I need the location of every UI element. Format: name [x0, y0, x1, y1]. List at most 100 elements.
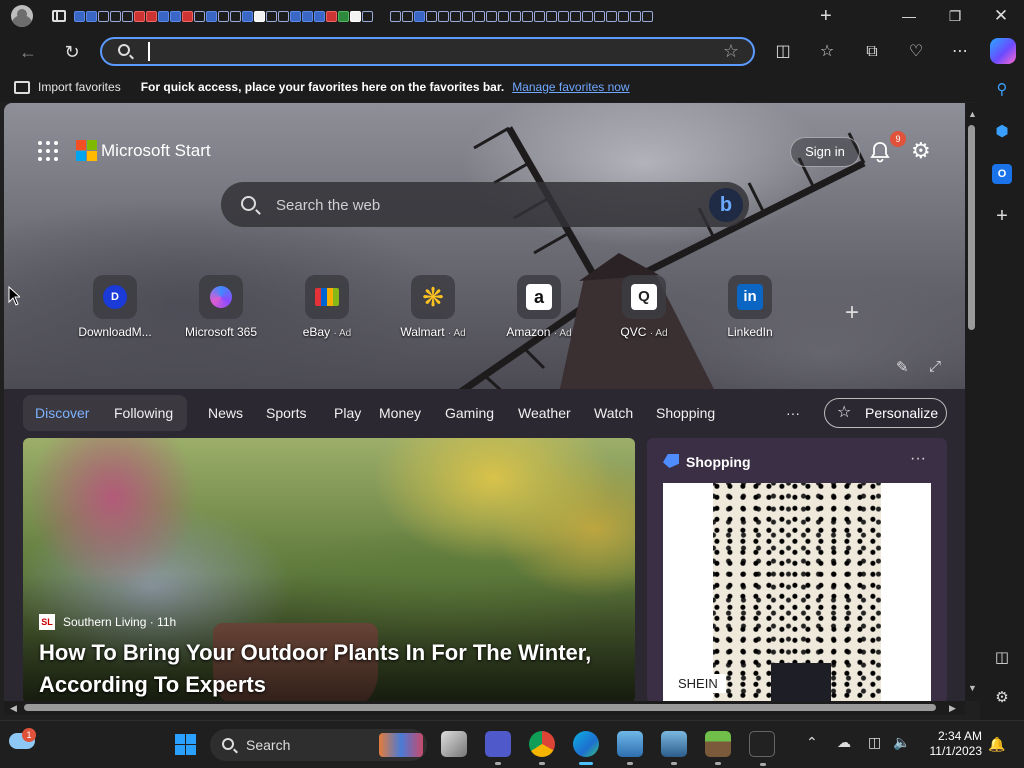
- minimize-icon[interactable]: —: [886, 0, 932, 32]
- tab[interactable]: [122, 10, 133, 22]
- tab[interactable]: [522, 10, 533, 22]
- tab[interactable]: [278, 10, 289, 22]
- windows-start-icon[interactable]: [175, 734, 196, 755]
- tab[interactable]: [498, 10, 509, 22]
- tab[interactable]: [534, 10, 545, 22]
- personalize-button[interactable]: Personalize: [824, 398, 947, 428]
- tab[interactable]: [266, 10, 277, 22]
- tab[interactable]: [158, 10, 169, 22]
- outlook-icon[interactable]: O: [992, 164, 1012, 184]
- shopping-card[interactable]: Shopping ··· SHEIN: [647, 438, 947, 701]
- tab[interactable]: [242, 10, 253, 22]
- tab-money[interactable]: Money: [379, 405, 421, 421]
- notifications-bell-icon[interactable]: [870, 141, 890, 163]
- horizontal-scroll-thumb[interactable]: [24, 704, 936, 711]
- address-bar[interactable]: ☆: [100, 37, 755, 66]
- tab[interactable]: [630, 10, 641, 22]
- copilot-sidebar-icon[interactable]: ⬢: [992, 122, 1012, 142]
- favorites-icon[interactable]: ☆: [815, 40, 839, 64]
- tab[interactable]: [170, 10, 181, 22]
- shopping-more-button[interactable]: ···: [910, 450, 926, 468]
- tab[interactable]: [134, 10, 145, 22]
- expand-icon[interactable]: ⤢: [929, 358, 941, 375]
- network-icon[interactable]: ◫: [868, 734, 881, 751]
- refresh-icon[interactable]: ↻: [60, 40, 84, 64]
- tab[interactable]: [438, 10, 449, 22]
- tab[interactable]: [98, 10, 109, 22]
- add-sidebar-app-icon[interactable]: +: [992, 206, 1012, 226]
- tab-gaming[interactable]: Gaming: [445, 405, 494, 421]
- tab[interactable]: [414, 10, 425, 22]
- tab[interactable]: [582, 10, 593, 22]
- split-screen-icon[interactable]: ◫: [771, 40, 795, 64]
- tab[interactable]: [618, 10, 629, 22]
- tab[interactable]: [338, 10, 349, 22]
- scroll-left-icon[interactable]: ◀: [10, 703, 17, 714]
- tab[interactable]: [546, 10, 557, 22]
- brand-title[interactable]: Microsoft Start: [101, 141, 211, 161]
- more-options-icon[interactable]: ⋯: [948, 40, 972, 64]
- show-hidden-icons[interactable]: ⌃: [806, 734, 818, 751]
- tab[interactable]: [290, 10, 301, 22]
- tab[interactable]: [474, 10, 485, 22]
- address-input[interactable]: [148, 42, 708, 61]
- tab[interactable]: [606, 10, 617, 22]
- vertical-scrollbar[interactable]: ▲ ▼: [965, 103, 980, 701]
- scroll-right-icon[interactable]: ▶: [949, 703, 956, 714]
- sign-in-button[interactable]: Sign in: [790, 137, 860, 167]
- tab[interactable]: [402, 10, 413, 22]
- task-view-icon[interactable]: [441, 731, 467, 757]
- bing-chat-icon[interactable]: b: [709, 188, 743, 222]
- main-article-card[interactable]: SL Southern Living · 11h How To Bring Yo…: [23, 438, 635, 701]
- web-search-input[interactable]: [276, 194, 676, 216]
- sidebar-settings-icon[interactable]: ⚙: [992, 688, 1012, 708]
- import-favorites-button[interactable]: Import favorites: [38, 80, 121, 94]
- minecraft-icon[interactable]: [705, 731, 731, 765]
- close-icon[interactable]: ✕: [978, 0, 1024, 32]
- tab[interactable]: [486, 10, 497, 22]
- tab[interactable]: [426, 10, 437, 22]
- new-tab-icon[interactable]: +: [820, 6, 832, 26]
- tab[interactable]: [594, 10, 605, 22]
- article-headline[interactable]: How To Bring Your Outdoor Plants In For …: [39, 637, 629, 701]
- hide-sidebar-icon[interactable]: ◫: [992, 648, 1012, 668]
- tab[interactable]: [510, 10, 521, 22]
- quick-link-qvc[interactable]: Q QVC · Ad: [594, 275, 694, 339]
- tab[interactable]: [326, 10, 337, 22]
- quick-link-ebay[interactable]: eBay · Ad: [277, 275, 377, 339]
- taskbar-search[interactable]: Search: [210, 729, 427, 761]
- web-search-box[interactable]: b: [221, 182, 749, 227]
- notifications-icon[interactable]: 🔔: [988, 736, 1005, 752]
- tab[interactable]: [642, 10, 653, 22]
- browser-essentials-icon[interactable]: ♡: [904, 40, 928, 64]
- file-search-icon[interactable]: [661, 731, 687, 765]
- back-icon[interactable]: ←: [16, 40, 40, 64]
- chrome-icon[interactable]: [529, 731, 555, 765]
- edit-background-icon[interactable]: ✎: [896, 358, 909, 376]
- vertical-scroll-thumb[interactable]: [968, 125, 975, 330]
- profile-avatar[interactable]: [11, 5, 33, 27]
- restore-icon[interactable]: ❐: [932, 0, 978, 32]
- tab-sports[interactable]: Sports: [266, 405, 306, 421]
- product-image[interactable]: SHEIN: [663, 483, 931, 701]
- horizontal-scrollbar[interactable]: ◀ ▶: [4, 701, 965, 715]
- quick-link-walmart[interactable]: ❋ Walmart · Ad: [383, 275, 483, 339]
- edge-icon[interactable]: [573, 731, 599, 765]
- tab[interactable]: [146, 10, 157, 22]
- quick-link-microsoft-365[interactable]: Microsoft 365: [171, 275, 271, 339]
- favorite-star-icon[interactable]: ☆: [723, 41, 739, 62]
- tab[interactable]: [74, 10, 85, 22]
- clock[interactable]: 2:34 AM 11/1/2023: [920, 729, 983, 759]
- tab-actions-icon[interactable]: [52, 10, 66, 22]
- quick-link-amazon[interactable]: a Amazon · Ad: [489, 275, 589, 339]
- quick-link-linkedin[interactable]: in LinkedIn: [700, 275, 800, 339]
- tab[interactable]: [218, 10, 229, 22]
- more-tabs-button[interactable]: ···: [786, 405, 800, 421]
- quick-link-downloadm[interactable]: D DownloadM...: [65, 275, 165, 339]
- tab[interactable]: [230, 10, 241, 22]
- tab[interactable]: [86, 10, 97, 22]
- tab[interactable]: [362, 10, 373, 22]
- tab[interactable]: [558, 10, 569, 22]
- tab[interactable]: [206, 10, 217, 22]
- scroll-up-icon[interactable]: ▲: [968, 109, 977, 119]
